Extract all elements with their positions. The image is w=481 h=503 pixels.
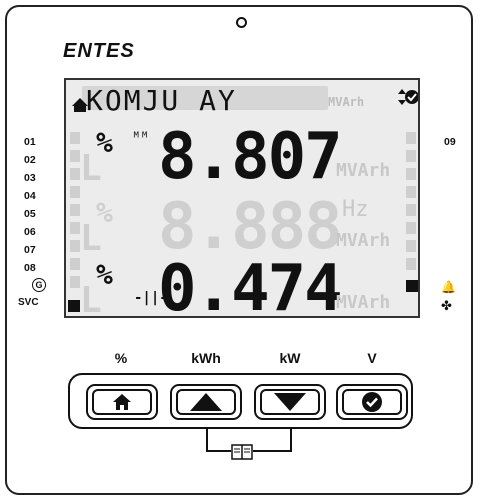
button-label-v: V bbox=[367, 350, 377, 366]
channel-label: 02 bbox=[24, 154, 36, 166]
channel-label: 04 bbox=[24, 190, 36, 202]
right-bargraph-active bbox=[406, 280, 418, 292]
service-label: SVC bbox=[18, 297, 39, 308]
lcd-graphics: KOMJU AY MVArh L % ᴹᴹ 8.807 MVArh L % 8.… bbox=[68, 84, 419, 326]
left-bargraph-active bbox=[68, 300, 80, 312]
up-arrow-icon bbox=[190, 393, 222, 411]
left-bargraph bbox=[70, 132, 80, 288]
lcd-top-text: KOMJU AY bbox=[86, 84, 237, 117]
row3-value: 0.474 bbox=[158, 252, 341, 316]
home-button[interactable] bbox=[86, 384, 158, 420]
row1-inductive-icon: ᴹᴹ bbox=[132, 130, 149, 146]
updown-indicator-icon bbox=[398, 89, 406, 105]
channel-label: 08 bbox=[24, 262, 36, 274]
channel-label: 07 bbox=[24, 244, 36, 256]
ok-button[interactable] bbox=[336, 384, 408, 420]
row1-unit: % bbox=[96, 126, 113, 159]
check-indicator-icon bbox=[405, 90, 419, 104]
channel-label: 03 bbox=[24, 172, 36, 184]
button-label-kwh: kWh bbox=[191, 350, 221, 366]
row2-suffix: MVArh bbox=[336, 230, 390, 251]
channel-label: 01 bbox=[24, 136, 36, 148]
channel-label: 05 bbox=[24, 208, 36, 220]
top-unit-ghost: MVArh bbox=[328, 95, 364, 109]
home-icon bbox=[113, 394, 131, 410]
channel-label-right: 09 bbox=[444, 136, 456, 148]
row3-suffix: MVArh bbox=[336, 292, 390, 313]
manual-book-icon bbox=[231, 444, 253, 460]
mounting-screw bbox=[236, 17, 247, 28]
row2-unit: % bbox=[96, 196, 113, 229]
down-arrow-icon bbox=[274, 393, 306, 411]
row1-suffix: MVArh bbox=[336, 160, 390, 181]
row3-unit: % bbox=[96, 258, 113, 291]
alarm-bell-icon: 🔔 bbox=[441, 280, 456, 294]
lcd-display: KOMJU AY MVArh L % ᴹᴹ 8.807 MVArh L % 8.… bbox=[64, 78, 420, 326]
button-label-kw: kW bbox=[279, 350, 301, 366]
button-label-percent: % bbox=[114, 350, 128, 366]
generator-icon: G bbox=[32, 278, 46, 292]
row2-hz: Hz bbox=[342, 197, 369, 222]
check-icon bbox=[362, 392, 382, 412]
right-bargraph bbox=[406, 132, 416, 270]
up-button[interactable] bbox=[170, 384, 242, 420]
row1-value: 8.807 bbox=[158, 120, 341, 194]
channel-label: 06 bbox=[24, 226, 36, 238]
fan-icon: ✤ bbox=[441, 298, 452, 313]
down-button[interactable] bbox=[254, 384, 326, 420]
brand-logo: ENTES bbox=[63, 40, 135, 62]
